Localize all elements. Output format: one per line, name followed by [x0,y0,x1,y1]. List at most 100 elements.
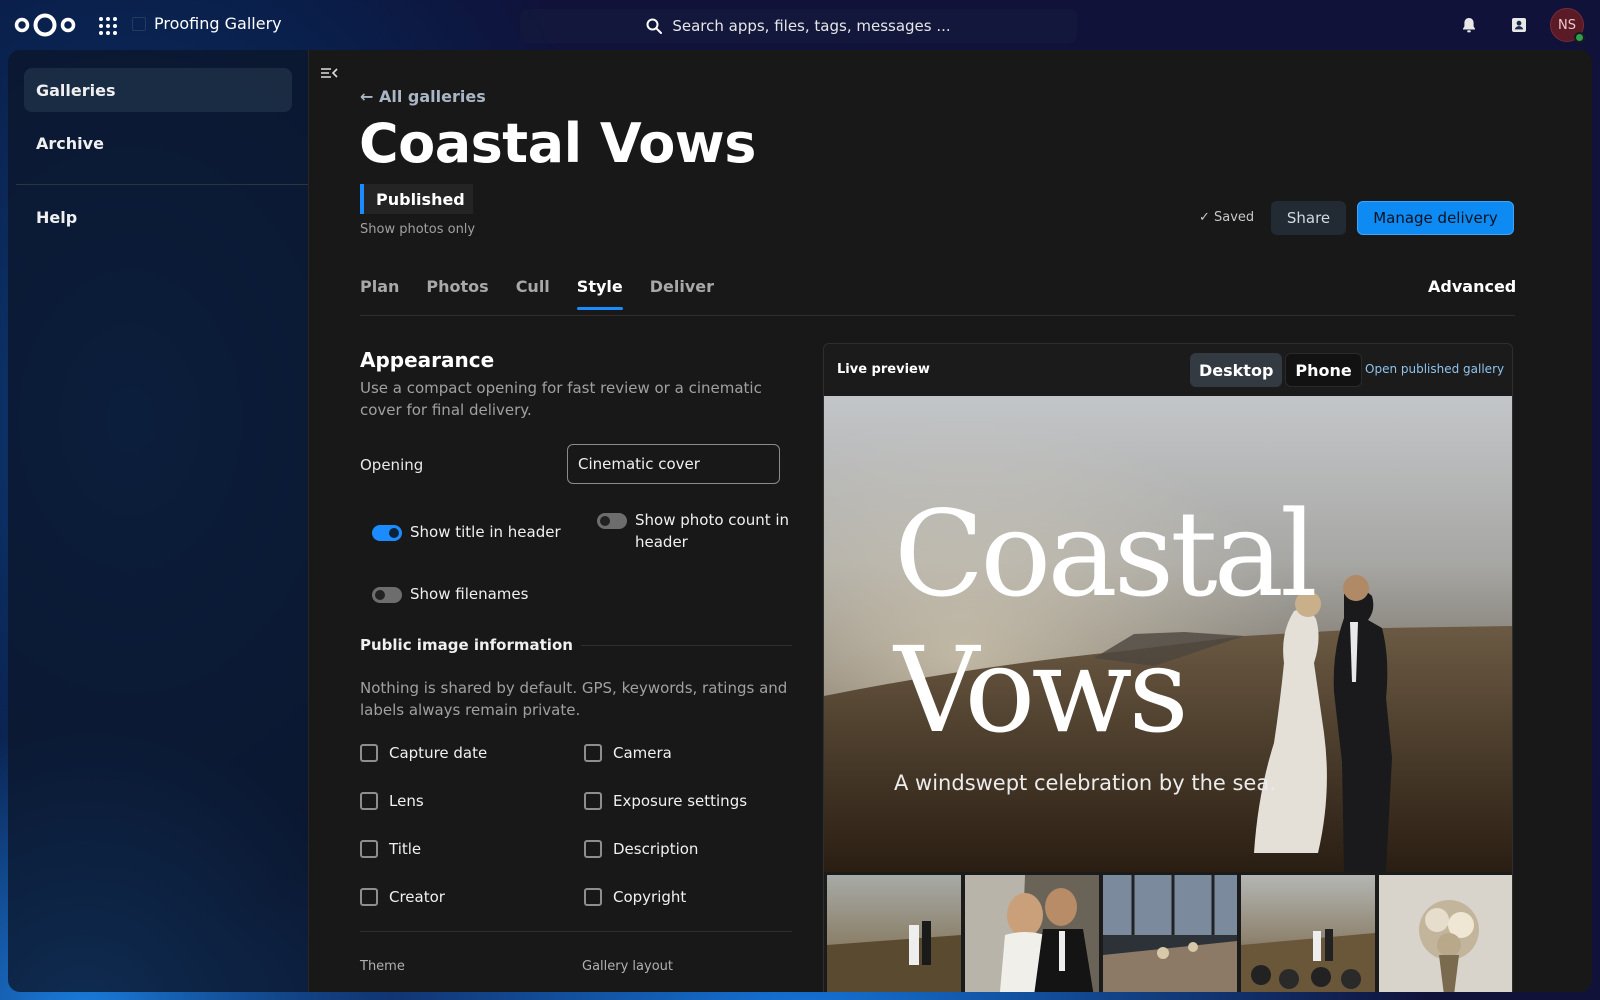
hero-title-line1: Coastal [894,485,1318,623]
current-app[interactable]: Proofing Gallery [132,14,282,33]
contacts-button[interactable] [1494,0,1544,50]
sidebar-item-label: Help [36,207,78,227]
tab-advanced[interactable]: Advanced [1428,277,1516,296]
checkbox-label: Camera [613,744,672,762]
checkbox-label: Creator [389,888,445,906]
search-placeholder: Search apps, files, tags, messages ... [672,17,951,35]
thumbnail-image [965,875,1099,992]
toggle-navigation-icon[interactable] [319,64,339,82]
checkbox-label: Description [613,840,699,858]
share-button[interactable]: Share [1271,201,1346,235]
preview-hero-image: Coastal Vows A windswept celebration by … [824,396,1512,872]
appearance-heading: Appearance [360,348,495,372]
sidebar-item-label: Galleries [36,80,116,100]
section-divider [360,931,792,932]
appearance-description: Use a compact opening for fast review or… [360,379,762,419]
search-icon [646,18,663,34]
manage-delivery-button[interactable]: Manage delivery [1357,201,1514,235]
checkbox[interactable] [584,744,602,762]
tab-photos[interactable]: Photos [426,277,488,310]
app-name-label: Proofing Gallery [154,14,282,33]
checkbox[interactable] [360,744,378,762]
camera-checkbox[interactable]: Camera [584,744,672,762]
unified-search[interactable]: Search apps, files, tags, messages ... [520,9,1077,43]
lens-checkbox[interactable]: Lens [360,792,424,810]
checkbox[interactable] [360,888,378,906]
checkbox-label: Title [389,840,422,858]
thumbnail-image [1241,875,1375,992]
checkbox-label: Capture date [389,744,488,762]
preview-hero-title: Coastal Vows [894,485,1318,758]
tab-plan[interactable]: Plan [360,277,399,310]
toggle-label: Show title in header [410,523,561,541]
gallery-tabs: Plan Photos Cull Style Deliver [360,277,741,310]
app-menu-icon[interactable] [96,14,118,36]
public-info-heading-row: Public image information [360,636,792,654]
back-to-galleries-link[interactable]: ← All galleries [360,87,486,106]
sidebar-item-galleries[interactable]: Galleries [24,68,292,112]
checkbox-label: Copyright [613,888,687,906]
sidebar-divider [16,184,308,185]
capture-date-checkbox[interactable]: Capture date [360,744,487,762]
preview-thumbnail-strip [827,875,1512,992]
show-filenames-toggle[interactable]: Show filenames [372,583,528,605]
user-avatar[interactable]: NS [1550,8,1585,43]
online-status-icon [1574,32,1585,43]
sidebar-item-help[interactable]: Help [24,195,292,239]
header-actions: NS [1444,0,1600,50]
toggle-label: Show filenames [410,585,529,603]
phone-mode-button[interactable]: Phone [1285,353,1362,387]
desktop-mode-button[interactable]: Desktop [1190,353,1283,387]
contacts-icon [1512,18,1526,32]
description-checkbox[interactable]: Description [584,840,698,858]
tab-cull[interactable]: Cull [516,277,550,310]
bell-icon [1463,18,1475,33]
gallery-layout-label: Gallery layout [582,959,673,974]
preview-label: Live preview [837,362,930,377]
nextcloud-logo[interactable] [14,11,76,39]
checkbox[interactable] [584,888,602,906]
title-checkbox[interactable]: Title [360,840,421,858]
avatar-initials: NS [1558,17,1576,33]
preview-mode-switch: Desktop Phone [1190,353,1362,387]
tab-deliver[interactable]: Deliver [650,277,714,310]
thumbnail-image [827,875,961,992]
notifications-button[interactable] [1444,0,1494,50]
preview-hero-subtitle: A windswept celebration by the sea. [894,771,1276,795]
toggle-switch-off[interactable] [372,587,402,603]
toggle-switch-on[interactable] [372,525,402,541]
app-navigation: Galleries Archive Help [8,50,308,992]
status-badge: Published [360,184,473,214]
checkbox-label: Lens [389,792,424,810]
toggle-switch-off[interactable] [597,513,627,529]
public-info-heading: Public image information [360,636,573,654]
show-title-toggle[interactable]: Show title in header [372,521,561,543]
checkbox-label: Exposure settings [613,792,748,810]
save-status: ✓ Saved [1199,210,1255,225]
show-photo-count-toggle[interactable]: Show photo count in header [597,509,797,553]
theme-label: Theme [360,959,405,974]
checkbox[interactable] [360,840,378,858]
sidebar-item-archive[interactable]: Archive [24,121,292,165]
main-content: ← All galleries Coastal Vows Published S… [308,50,1592,992]
live-preview-panel: Live preview Desktop Phone Open publishe… [823,343,1513,992]
checkbox[interactable] [584,840,602,858]
sidebar-item-label: Archive [36,133,104,153]
app-icon [132,16,146,31]
top-bar: Proofing Gallery Search apps, files, tag… [0,0,1600,50]
checkbox[interactable] [584,792,602,810]
status-badge-label: Published [376,189,465,209]
public-info-description: Nothing is shared by default. GPS, keywo… [360,679,788,719]
copyright-checkbox[interactable]: Copyright [584,888,686,906]
checkbox[interactable] [360,792,378,810]
opening-select[interactable]: Cinematic cover [567,444,780,484]
tabs-divider [360,315,1515,316]
section-divider [580,644,792,646]
thumbnail-image [1379,875,1512,992]
exposure-settings-checkbox[interactable]: Exposure settings [584,792,747,810]
tab-style[interactable]: Style [576,277,623,310]
creator-checkbox[interactable]: Creator [360,888,445,906]
page-title: Coastal Vows [359,112,756,175]
view-mode-note: Show photos only [360,222,476,237]
open-published-gallery-link[interactable]: Open published gallery [1365,362,1504,376]
